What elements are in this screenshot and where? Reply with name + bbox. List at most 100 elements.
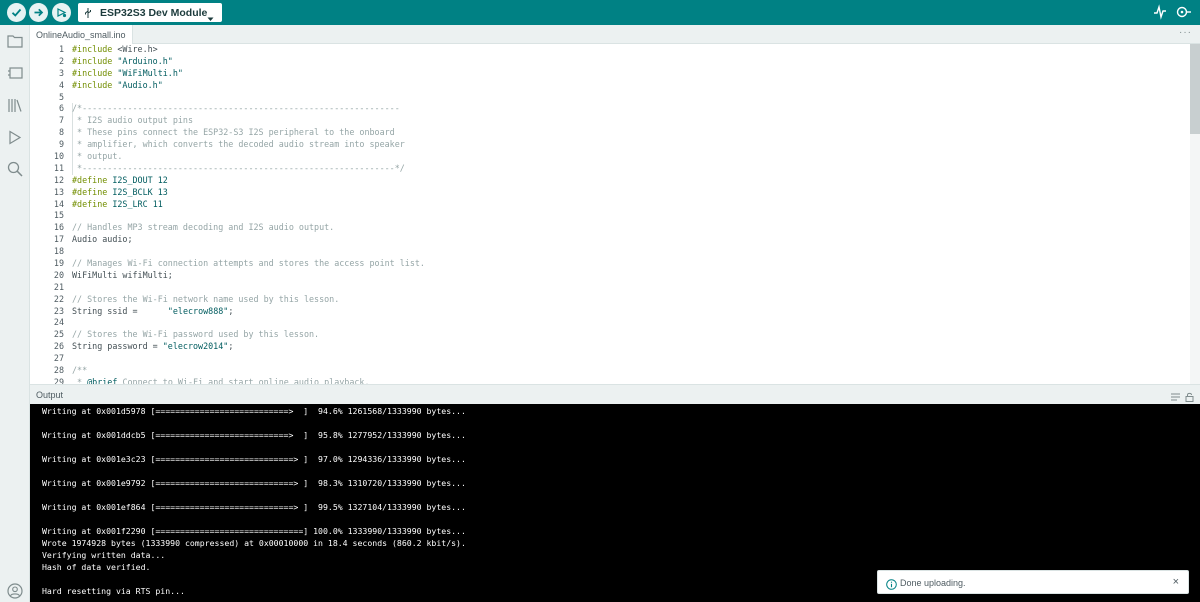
line-number: 4 xyxy=(58,79,64,90)
code-line: // Manages Wi-Fi connection attempts and… xyxy=(72,258,425,269)
line-number: 25 xyxy=(53,329,64,340)
line-number: 13 xyxy=(53,186,64,197)
serial-monitor-icon xyxy=(1176,6,1191,18)
board-selector[interactable]: ESP32S3 Dev Module xyxy=(78,3,222,22)
library-manager-button[interactable] xyxy=(6,96,24,114)
debug-button[interactable] xyxy=(52,3,71,22)
boards-manager-button[interactable] xyxy=(6,64,24,82)
line-number: 9 xyxy=(58,139,64,150)
output-line: Writing at 0x001e9792 [=================… xyxy=(42,478,466,488)
code-line: // Handles MP3 stream decoding and I2S a… xyxy=(72,222,335,233)
line-number: 8 xyxy=(58,127,64,138)
line-number-gutter: 1 2 3 4 5 6 7 8 9 10 11 12 13 14 15 16 17 18 19 20 21 22 23 24 2… xyxy=(30,44,64,384)
code-line: /** xyxy=(72,365,88,376)
code-line: *---------------------------------------… xyxy=(72,162,405,173)
more-icon[interactable]: ··· xyxy=(1179,27,1192,38)
activity-bar xyxy=(0,25,30,602)
toolbar: ESP32S3 Dev Module xyxy=(0,0,1200,25)
code-line: #include "WiFiMulti.h" xyxy=(72,67,183,78)
info-icon xyxy=(886,577,897,595)
code-line: * I2S audio output pins xyxy=(72,115,194,126)
close-icon[interactable]: × xyxy=(1173,576,1179,588)
code-line: * amplifier, which converts the decoded … xyxy=(72,139,405,150)
code-line: /*--------------------------------------… xyxy=(72,103,400,114)
line-number: 11 xyxy=(53,162,64,173)
output-panel-header: Output xyxy=(30,384,1200,404)
tab-sketch[interactable]: OnlineAudio_small.ino xyxy=(30,25,133,44)
debug-icon xyxy=(57,8,67,18)
arrow-right-icon xyxy=(34,8,44,17)
line-number: 24 xyxy=(53,317,64,328)
line-number: 23 xyxy=(53,305,64,316)
serial-plotter-icon xyxy=(1154,4,1166,20)
line-number: 20 xyxy=(53,269,64,280)
line-number: 1 xyxy=(58,44,64,54)
code-line: // Stores the Wi-Fi password used by thi… xyxy=(72,329,320,340)
output-line: Writing at 0x001f2290 [=================… xyxy=(42,526,466,536)
code-line: #include "Arduino.h" xyxy=(72,55,173,66)
output-line: Hard resetting via RTS pin... xyxy=(42,586,185,596)
board-name: ESP32S3 Dev Module xyxy=(100,6,208,19)
search-icon xyxy=(7,161,23,177)
line-number: 16 xyxy=(53,222,64,233)
library-icon xyxy=(8,98,22,112)
notification-message: Done uploading. xyxy=(900,578,966,588)
account-icon xyxy=(7,583,23,599)
code-line: WiFiMulti wifiMulti; xyxy=(72,269,173,280)
code-line: #include <Wire.h> xyxy=(72,44,158,54)
code-line: String password = "elecrow2014"; xyxy=(72,341,234,352)
code-line: * output. xyxy=(72,151,123,162)
editor-scrollbar-thumb[interactable] xyxy=(1190,44,1200,134)
code-line: String ssid = "elecrow888"; xyxy=(72,305,234,316)
code-line: #define I2S_DOUT 12 xyxy=(72,174,168,185)
code-content[interactable]: #include <Wire.h> #include "Arduino.h" #… xyxy=(72,44,1182,384)
check-icon xyxy=(11,8,22,17)
search-button[interactable] xyxy=(6,160,24,178)
verify-button[interactable] xyxy=(7,3,26,22)
board-icon xyxy=(8,67,23,79)
code-line: #include "Audio.h" xyxy=(72,79,163,90)
code-editor[interactable]: 1 2 3 4 5 6 7 8 9 10 11 12 13 14 15 16 17 18 19 20 21 22 23 24 2… xyxy=(30,44,1200,384)
code-line: #define I2S_LRC 11 xyxy=(72,198,163,209)
line-number: 18 xyxy=(53,246,64,257)
serial-monitor-button[interactable] xyxy=(1175,4,1193,25)
line-number: 3 xyxy=(58,67,64,78)
serial-plotter-button[interactable] xyxy=(1153,4,1167,25)
output-line: Writing at 0x001d5978 [=================… xyxy=(42,406,466,416)
upload-button[interactable] xyxy=(29,3,48,22)
tab-label: OnlineAudio_small.ino xyxy=(36,29,126,40)
output-title: Output xyxy=(36,390,64,400)
output-line: Writing at 0x001ddcb5 [=================… xyxy=(42,430,466,440)
sketchbook-button[interactable] xyxy=(6,32,24,50)
output-line: Wrote 1974928 bytes (1333990 compressed)… xyxy=(42,538,466,548)
folder-icon xyxy=(7,35,23,48)
account-button[interactable] xyxy=(6,582,24,600)
code-line: * @brief Connect to Wi-Fi and start onli… xyxy=(72,376,370,384)
line-number: 21 xyxy=(53,281,64,292)
code-line: * These pins connect the ESP32-S3 I2S pe… xyxy=(72,127,395,138)
output-line: Verifying written data... xyxy=(42,550,166,560)
editor-tabs: OnlineAudio_small.ino ··· xyxy=(30,25,1200,44)
debug-panel-button[interactable] xyxy=(6,128,24,146)
line-number: 15 xyxy=(53,210,64,221)
line-number: 10 xyxy=(53,151,64,162)
code-line: // Stores the Wi-Fi network name used by… xyxy=(72,293,340,304)
line-number: 6 xyxy=(58,103,64,114)
line-number: 7 xyxy=(58,115,64,126)
usb-icon xyxy=(84,7,94,19)
notification-toast: Done uploading. × xyxy=(877,570,1189,594)
output-line: Hash of data verified. xyxy=(42,562,151,572)
line-number: 29 xyxy=(53,376,64,384)
line-number: 17 xyxy=(53,234,64,245)
line-number: 27 xyxy=(53,353,64,364)
line-number: 19 xyxy=(53,258,64,269)
line-number: 28 xyxy=(53,365,64,376)
line-number: 5 xyxy=(58,91,64,102)
output-line: Writing at 0x001ef864 [=================… xyxy=(42,502,466,512)
